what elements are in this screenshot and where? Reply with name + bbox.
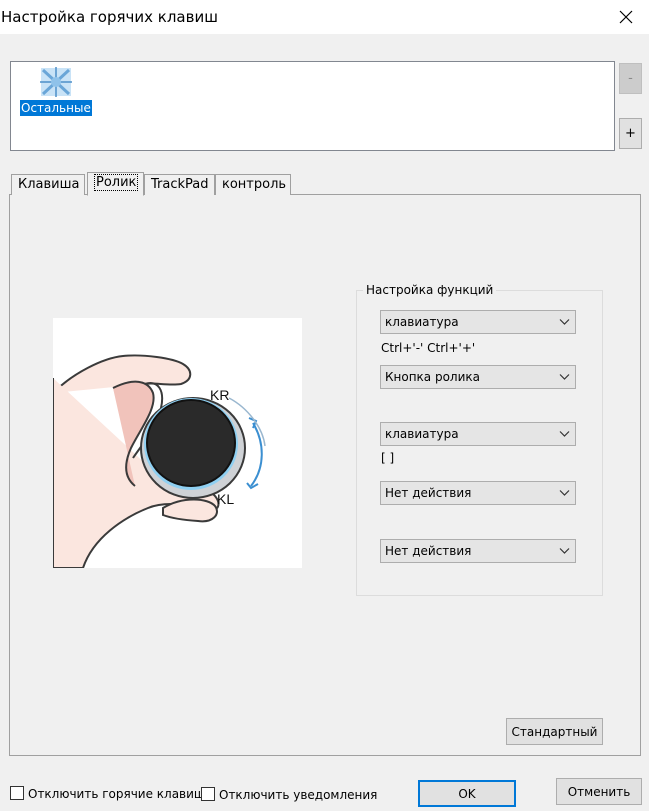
profile-item-others[interactable]: Остальные (20, 65, 92, 121)
disable-hotkeys-label: Отключить горячие клавиш (28, 787, 205, 801)
function-select-1[interactable]: клавиатура (380, 310, 576, 334)
chevron-down-icon (559, 548, 570, 554)
close-button[interactable] (603, 0, 649, 34)
disable-hotkeys-checkbox[interactable] (10, 786, 24, 800)
close-icon (619, 10, 633, 24)
kl-label: KL (217, 491, 234, 507)
ok-button[interactable]: OK (418, 780, 516, 807)
shortcut-note-2: [ ] (381, 451, 395, 465)
function-select-4[interactable]: Нет действия (380, 481, 576, 505)
function-select-2[interactable]: Кнопка ролика (380, 365, 576, 389)
profile-label: Остальные (20, 100, 92, 116)
tab-trackpad[interactable]: TrackPad (144, 174, 215, 195)
default-button[interactable]: Стандартный (506, 718, 603, 745)
function-settings-legend: Настройка функций (363, 283, 497, 297)
function-select-5[interactable]: Нет действия (380, 539, 576, 563)
chevron-down-icon (559, 319, 570, 325)
roller-illustration: KR KL (52, 318, 302, 569)
remove-profile-button[interactable]: - (619, 63, 642, 94)
profile-list[interactable]: Остальные (10, 61, 615, 151)
cancel-button[interactable]: Отменить (556, 778, 642, 805)
disable-notifications-checkbox[interactable] (201, 787, 215, 801)
tab-keys[interactable]: Клавиша (11, 174, 85, 195)
tab-roller[interactable]: Ролик (87, 172, 144, 196)
chevron-down-icon (559, 374, 570, 380)
application-icon (40, 67, 72, 97)
shortcut-note-1: Ctrl+'-' Ctrl+'+' (381, 341, 476, 355)
tab-control[interactable]: контроль (215, 174, 291, 195)
disable-notifications-label: Отключить уведомления (219, 788, 378, 802)
chevron-down-icon (559, 431, 570, 437)
add-profile-button[interactable]: + (619, 118, 642, 149)
function-select-3[interactable]: клавиатура (380, 422, 576, 446)
window-title: Настройка горячих клавиш (1, 8, 218, 26)
roller-hand-image: KR KL (52, 354, 266, 569)
kr-label: KR (210, 387, 229, 403)
chevron-down-icon (559, 490, 570, 496)
